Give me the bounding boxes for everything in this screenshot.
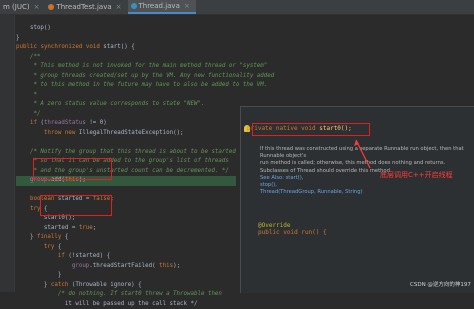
code-line: * to this method in the future may have …	[16, 81, 236, 91]
annotation-label: 底层调用C++开启线程	[380, 170, 453, 180]
run-method-signature: public void run() {	[258, 229, 327, 236]
doc-see-also[interactable]: stop(),	[260, 182, 470, 189]
code-line: public synchronized void start() {	[16, 43, 236, 53]
annotation-arrow-icon	[352, 138, 376, 172]
tab-thread-java[interactable]: Thread.java ×	[128, 0, 196, 14]
doc-see-also[interactable]: Thread(ThreadGroup, Runnable, String)	[260, 189, 470, 196]
code-line: } catch (Throwable ignore) {	[16, 281, 236, 291]
code-line: /* do nothing. If start0 threw a Throwab…	[16, 290, 236, 300]
tab-label: ThreadTest.java	[56, 3, 111, 11]
close-icon[interactable]: ×	[34, 3, 40, 11]
close-icon[interactable]: ×	[116, 3, 122, 11]
code-line: * group threads created/set up by the VM…	[16, 72, 236, 82]
code-line: */	[16, 110, 236, 120]
code-line: throw new IllegalThreadStateException();	[16, 129, 236, 139]
code-line: *	[16, 91, 236, 101]
code-line: group.threadStartFailed( this);	[16, 262, 236, 272]
code-line: * This method is not invoked for the mai…	[16, 62, 236, 72]
code-line: }	[16, 34, 236, 44]
tab-label: Thread.java	[139, 2, 180, 10]
line-gutter	[0, 15, 15, 292]
code-line: } finally {	[16, 233, 236, 243]
code-line: started = true;	[16, 224, 236, 234]
code-line	[16, 186, 236, 196]
highlight-box-native-start0	[252, 123, 370, 136]
code-line: if (!started) {	[16, 252, 236, 262]
highlight-box-group-start-failed	[40, 195, 112, 216]
override-block: @Override public void run() {	[258, 222, 327, 236]
tab-label: m (JUC)	[3, 3, 30, 11]
override-annotation: @Override	[258, 222, 327, 229]
code-line: }	[16, 271, 236, 281]
close-icon[interactable]: ×	[184, 2, 190, 10]
code-line: stop()	[16, 24, 236, 34]
highlight-box-try-start0	[33, 158, 112, 180]
tab-juc[interactable]: m (JUC) ×	[0, 0, 45, 14]
code-line	[16, 138, 236, 148]
java-file-icon	[131, 3, 137, 9]
java-file-icon	[48, 4, 54, 10]
watermark: CSDN @逆方向的神197	[410, 280, 471, 288]
code-line: it will be passed up the call stack */	[16, 300, 236, 309]
code-line: try {	[16, 243, 236, 253]
code-line: if (threadStatus != 0)	[16, 119, 236, 129]
code-line: * A zero status value corresponds to sta…	[16, 100, 236, 110]
code-line: /* Notify the group that this thread is …	[16, 148, 236, 158]
code-line: /**	[16, 53, 236, 63]
tab-threadtest[interactable]: ThreadTest.java ×	[45, 0, 127, 14]
editor-tab-bar: m (JUC) × ThreadTest.java × Thread.java ×	[0, 0, 474, 15]
